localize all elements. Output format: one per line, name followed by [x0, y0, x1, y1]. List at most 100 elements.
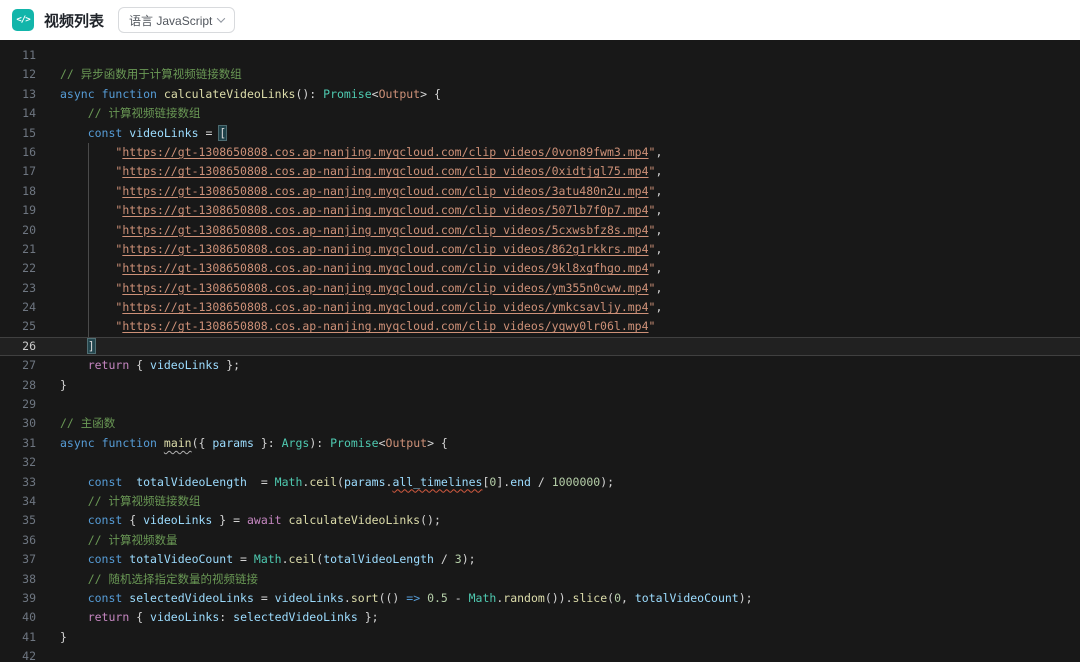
code-line[interactable]: 31async function main({ params }: Args):…	[0, 434, 1080, 453]
code-line[interactable]: 28}	[0, 376, 1080, 395]
code-token: https://gt-1308650808.cos.ap-nanjing.myq…	[122, 223, 648, 237]
code-token: ,	[655, 184, 662, 198]
line-number: 24	[0, 298, 44, 317]
code-line[interactable]: 15 const videoLinks = [	[0, 124, 1080, 143]
code-line[interactable]: 36 // 计算视频数量	[0, 531, 1080, 550]
code-token: ();	[420, 513, 441, 527]
code-token: ,	[655, 242, 662, 256]
code-token: totalVideoCount	[635, 591, 739, 605]
code-token: =	[254, 591, 275, 605]
code-token: <	[372, 87, 379, 101]
code-token	[60, 610, 88, 624]
code-line[interactable]: 16 "https://gt-1308650808.cos.ap-nanjing…	[0, 143, 1080, 162]
code-line[interactable]: 38 // 随机选择指定数量的视频链接	[0, 570, 1080, 589]
code-token: async	[60, 87, 95, 101]
code-text: "https://gt-1308650808.cos.ap-nanjing.my…	[44, 298, 662, 317]
code-text	[44, 647, 60, 662]
code-token: =	[233, 552, 254, 566]
code-line[interactable]: 13async function calculateVideoLinks(): …	[0, 85, 1080, 104]
code-token: =>	[406, 591, 420, 605]
code-text: const videoLinks = [	[44, 124, 226, 143]
code-token: }	[60, 378, 67, 392]
code-line[interactable]: 23 "https://gt-1308650808.cos.ap-nanjing…	[0, 279, 1080, 298]
code-line[interactable]: 32	[0, 453, 1080, 472]
code-token: ({	[192, 436, 213, 450]
code-token: ):	[309, 436, 330, 450]
code-line[interactable]: 39 const selectedVideoLinks = videoLinks…	[0, 589, 1080, 608]
line-number: 18	[0, 182, 44, 201]
code-token: totalVideoLength	[323, 552, 434, 566]
code-token: Output	[386, 436, 428, 450]
code-line[interactable]: 26 ]	[0, 337, 1080, 356]
code-token: ,	[655, 145, 662, 159]
code-line[interactable]: 34 // 计算视频链接数组	[0, 492, 1080, 511]
code-line[interactable]: 19 "https://gt-1308650808.cos.ap-nanjing…	[0, 201, 1080, 220]
code-line[interactable]: 42	[0, 647, 1080, 662]
code-line[interactable]: 41}	[0, 628, 1080, 647]
code-token: calculateVideoLinks	[164, 87, 296, 101]
code-token: params	[344, 475, 386, 489]
code-line[interactable]: 29	[0, 395, 1080, 414]
code-token: );	[600, 475, 614, 489]
line-number: 41	[0, 628, 44, 647]
code-token: ].	[496, 475, 510, 489]
code-token: https://gt-1308650808.cos.ap-nanjing.myq…	[122, 164, 648, 178]
code-line[interactable]: 40 return { videoLinks: selectedVideoLin…	[0, 608, 1080, 627]
code-line[interactable]: 20 "https://gt-1308650808.cos.ap-nanjing…	[0, 221, 1080, 240]
code-text: const totalVideoCount = Math.ceil(totalV…	[44, 550, 476, 569]
line-number: 40	[0, 608, 44, 627]
code-token	[60, 572, 88, 586]
code-line[interactable]: 14 // 计算视频链接数组	[0, 104, 1080, 123]
code-token	[60, 533, 88, 547]
code-line[interactable]: 12// 异步函数用于计算视频链接数组	[0, 65, 1080, 84]
line-number: 16	[0, 143, 44, 162]
code-text: return { videoLinks };	[44, 356, 240, 375]
code-token: Math	[469, 591, 497, 605]
code-text: "https://gt-1308650808.cos.ap-nanjing.my…	[44, 317, 655, 336]
line-number: 26	[0, 337, 44, 356]
line-number: 31	[0, 434, 44, 453]
code-line[interactable]: 33 const totalVideoLength = Math.ceil(pa…	[0, 473, 1080, 492]
code-text: "https://gt-1308650808.cos.ap-nanjing.my…	[44, 143, 662, 162]
line-number: 20	[0, 221, 44, 240]
code-token: function	[102, 87, 157, 101]
code-token: https://gt-1308650808.cos.ap-nanjing.myq…	[122, 184, 648, 198]
code-line[interactable]: 17 "https://gt-1308650808.cos.ap-nanjing…	[0, 162, 1080, 181]
code-line[interactable]: 27 return { videoLinks };	[0, 356, 1080, 375]
code-token	[60, 126, 88, 140]
code-text: "https://gt-1308650808.cos.ap-nanjing.my…	[44, 240, 662, 259]
page-title: 视频列表	[44, 10, 104, 31]
code-text: const { videoLinks } = await calculateVi…	[44, 511, 441, 530]
code-editor[interactable]: 1112// 异步函数用于计算视频链接数组13async function ca…	[0, 40, 1080, 662]
code-line[interactable]: 24 "https://gt-1308650808.cos.ap-nanjing…	[0, 298, 1080, 317]
code-text: "https://gt-1308650808.cos.ap-nanjing.my…	[44, 182, 662, 201]
code-token: https://gt-1308650808.cos.ap-nanjing.myq…	[122, 300, 648, 314]
code-token: const	[88, 591, 123, 605]
code-token: end	[510, 475, 531, 489]
code-token: slice	[573, 591, 608, 605]
code-token: Math	[254, 552, 282, 566]
code-token	[157, 436, 164, 450]
code-token: random	[503, 591, 545, 605]
code-token: }	[60, 630, 67, 644]
line-number: 34	[0, 492, 44, 511]
code-token	[60, 591, 88, 605]
code-line[interactable]: 30// 主函数	[0, 414, 1080, 433]
code-line[interactable]: 25 "https://gt-1308650808.cos.ap-nanjing…	[0, 317, 1080, 336]
code-token: const	[88, 513, 123, 527]
code-line[interactable]: 18 "https://gt-1308650808.cos.ap-nanjing…	[0, 182, 1080, 201]
code-token: selectedVideoLinks	[233, 610, 358, 624]
indent-guide	[88, 143, 89, 337]
language-select[interactable]: 语言 JavaScript	[118, 7, 235, 33]
code-token	[60, 106, 88, 120]
code-token: sort	[351, 591, 379, 605]
line-number: 22	[0, 259, 44, 278]
code-line[interactable]: 37 const totalVideoCount = Math.ceil(tot…	[0, 550, 1080, 569]
code-line[interactable]: 35 const { videoLinks } = await calculat…	[0, 511, 1080, 530]
code-text	[44, 46, 60, 65]
code-token: const	[88, 126, 123, 140]
code-text	[44, 453, 60, 472]
code-line[interactable]: 11	[0, 46, 1080, 65]
code-line[interactable]: 21 "https://gt-1308650808.cos.ap-nanjing…	[0, 240, 1080, 259]
code-line[interactable]: 22 "https://gt-1308650808.cos.ap-nanjing…	[0, 259, 1080, 278]
